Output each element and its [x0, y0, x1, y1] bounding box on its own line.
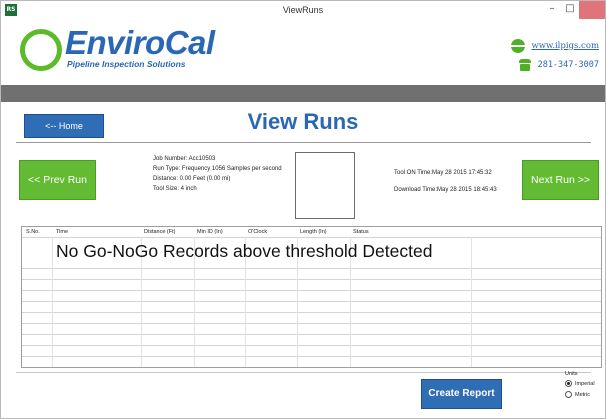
logo-wordmark: EnviroCal [65, 25, 215, 61]
phone-icon [518, 59, 532, 71]
phone-row: 281-347-3007 [518, 59, 599, 71]
radio-imperial[interactable] [565, 380, 572, 387]
table-header: S.No. Time Distance (Ft) Min ID (In) O'C… [22, 227, 601, 237]
unit-option-label: Metric [575, 391, 590, 398]
prev-run-button[interactable]: << Prev Run [19, 160, 96, 200]
tool-times: Tool ON Time:May 28 2015 17:45:32 Downlo… [394, 165, 497, 199]
empty-table-message: No Go-NoGo Records above threshold Detec… [56, 241, 433, 261]
view-runs-window: RS ViewRuns – □ EnviroCal Pipeline Inspe… [0, 0, 606, 419]
divider-line [16, 142, 591, 143]
grid-line [22, 323, 601, 324]
distance: Distance: 0.00 Feet (0.00 mi) [153, 176, 231, 182]
download-time: Download Time:May 28 2015 18:45:43 [394, 187, 497, 193]
close-button[interactable] [579, 1, 605, 19]
column-header-sno: S.No. [26, 229, 40, 235]
home-button[interactable]: <-- Home [24, 114, 104, 138]
radio-metric[interactable] [565, 391, 572, 398]
next-run-button[interactable]: Next Run >> [522, 160, 599, 200]
brand-header: EnviroCal Pipeline Inspection Solutions … [1, 21, 605, 85]
run-info: Job Number: Acc10503 Run Type: Frequency… [153, 154, 282, 194]
grid-line [22, 268, 601, 269]
run-preview-box [295, 152, 355, 219]
grid-line [22, 290, 601, 291]
units-label: Units [565, 371, 578, 377]
column-header-min-id: Min ID (In) [197, 229, 223, 235]
tool-on-time: Tool ON Time:May 28 2015 17:45:32 [394, 170, 492, 176]
grid-line [22, 279, 601, 280]
units-group: Units Imperial Metric [565, 371, 595, 402]
grid-line [22, 334, 601, 335]
divider-line [16, 372, 591, 373]
grid-line [22, 301, 601, 302]
logo-wordmark-part2: Cal [164, 24, 215, 61]
logo-tagline: Pipeline Inspection Solutions [67, 59, 186, 69]
grid-line [22, 356, 601, 357]
globe-icon [511, 39, 526, 53]
unit-option-imperial[interactable]: Imperial [565, 380, 595, 387]
grid-line [22, 345, 601, 346]
column-header-oclock: O'Clock [248, 229, 268, 235]
title-bar[interactable]: RS ViewRuns – □ [1, 1, 605, 21]
unit-option-metric[interactable]: Metric [565, 391, 595, 398]
column-header-length: Length (In) [300, 229, 327, 235]
header-divider-band [1, 85, 605, 102]
grid-column-line [471, 237, 472, 367]
column-header-distance: Distance (Ft) [144, 229, 176, 235]
job-number: Job Number: Acc10503 [153, 156, 216, 162]
run-type: Run Type: Frequency 1056 Samples per sec… [153, 166, 282, 172]
column-header-time: Time [56, 229, 69, 235]
column-header-status: Status [353, 229, 369, 235]
records-table[interactable]: S.No. Time Distance (Ft) Min ID (In) O'C… [21, 226, 602, 368]
maximize-button[interactable]: □ [561, 1, 579, 19]
window-title: ViewRuns [282, 5, 324, 15]
grid-line [22, 237, 601, 238]
window-controls: – □ [543, 1, 605, 21]
logo-ring-icon [20, 29, 62, 71]
create-report-button[interactable]: Create Report [421, 379, 502, 409]
unit-option-label: Imperial [575, 380, 595, 387]
phone-number: 281-347-3007 [537, 60, 599, 70]
tool-size: Tool Size: 4 inch [153, 186, 197, 192]
website-row: www.ilpigs.com [511, 39, 599, 53]
grid-line [22, 312, 601, 313]
logo-wordmark-part1: Enviro [65, 24, 165, 61]
minimize-button[interactable]: – [543, 1, 561, 19]
website-link[interactable]: www.ilpigs.com [531, 41, 599, 51]
grid-column-line [52, 237, 53, 367]
